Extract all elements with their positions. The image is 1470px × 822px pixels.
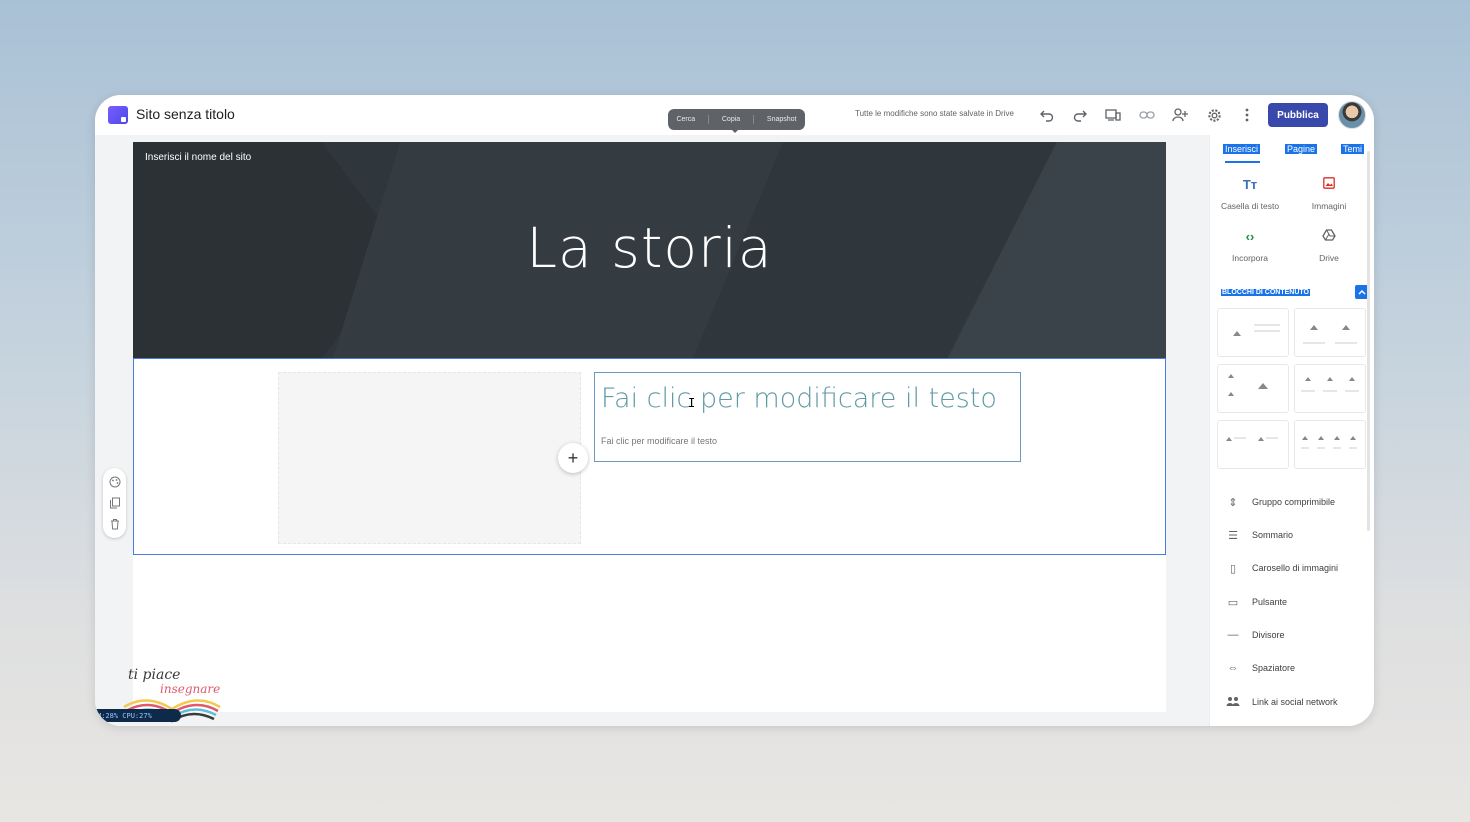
duplicate-icon[interactable] <box>109 497 121 509</box>
share-icon[interactable] <box>1171 106 1189 124</box>
component-label: Spaziatore <box>1252 663 1296 673</box>
social-icon <box>1226 696 1240 709</box>
right-sidebar: Inserisci Pagine Temi Tт Casella di test… <box>1209 135 1374 726</box>
component-label: Sommario <box>1252 530 1294 540</box>
insert-button[interactable]: ▭ Pulsante <box>1226 594 1287 610</box>
active-tab-indicator <box>1225 161 1260 163</box>
text-body[interactable]: Fai clic per modificare il testo <box>601 436 717 446</box>
insert-image-carousel[interactable]: ▯ Carosello di immagini <box>1226 560 1338 576</box>
gear-icon[interactable] <box>1205 106 1223 124</box>
insert-label: Immagini <box>1311 201 1347 211</box>
logo-text: insegnare <box>160 682 220 696</box>
insert-label: Drive <box>1319 253 1339 263</box>
insert-social-links[interactable]: Link ai social network <box>1226 694 1338 710</box>
component-label: Gruppo comprimibile <box>1252 497 1336 507</box>
drive-icon <box>1294 229 1364 247</box>
insert-collapsible-group[interactable]: ⇕ Gruppo comprimibile <box>1226 494 1335 510</box>
image-icon <box>1294 177 1364 195</box>
floating-toolbar: Cerca Copia Snapshot <box>668 109 805 130</box>
divider-icon: — <box>1227 629 1239 641</box>
divider <box>753 115 755 124</box>
insert-label: Incorpora <box>1232 253 1268 263</box>
logo-text: ti piace <box>128 667 180 683</box>
component-label: Pulsante <box>1252 597 1288 607</box>
button-icon: ▭ <box>1227 596 1239 609</box>
palette-icon[interactable] <box>109 476 121 488</box>
top-bar: Sito senza titolo Cerca Copia Snapshot T… <box>95 95 1374 136</box>
status-badge: M:28% CPU:27% <box>95 709 181 722</box>
text-box-icon: Tт <box>1242 177 1258 192</box>
divider <box>708 115 709 124</box>
tab-pagine[interactable]: Pagine <box>1285 144 1318 154</box>
delete-icon[interactable] <box>109 518 121 530</box>
insert-label: Casella di testo <box>1220 201 1280 211</box>
content-block-thumbnail[interactable] <box>1217 364 1289 413</box>
component-label: Link ai social network <box>1252 697 1338 707</box>
content-section[interactable]: + Fai clic per modificare il testo Fai c… <box>133 358 1166 555</box>
snapshot-button[interactable]: Snapshot <box>763 116 801 123</box>
sites-logo-icon[interactable] <box>108 106 128 124</box>
insert-divider[interactable]: — Divisore <box>1226 627 1285 643</box>
carousel-icon: ▯ <box>1229 562 1237 575</box>
text-cursor-icon: I <box>688 396 696 410</box>
pill-caret <box>731 129 739 133</box>
text-box[interactable]: Fai clic per modificare il testo Fai cli… <box>594 372 1021 462</box>
content-blocks-heading: BLOCCHI DI CONTENUTO <box>1221 289 1310 296</box>
content-block-thumbnail[interactable] <box>1217 308 1289 357</box>
content-block-thumbnail[interactable] <box>1217 420 1289 469</box>
collapsible-icon: ⇕ <box>1228 496 1238 509</box>
sidebar-scrollbar[interactable] <box>1367 151 1370 531</box>
tab-inserisci[interactable]: Inserisci <box>1223 144 1261 154</box>
image-placeholder[interactable]: + <box>278 372 588 544</box>
search-button[interactable]: Cerca <box>672 116 699 123</box>
insert-images-button[interactable]: Immagini <box>1294 177 1364 211</box>
site-page: Inserisci il nome del sito La storia + F… <box>133 142 1166 712</box>
header-section[interactable]: Inserisci il nome del sito La storia <box>133 142 1166 358</box>
section-tools <box>103 468 126 538</box>
more-icon[interactable] <box>1238 106 1256 124</box>
add-image-button[interactable]: + <box>558 443 588 473</box>
text-heading[interactable]: Fai clic per modificare il testo <box>601 383 997 414</box>
editor-canvas: Inserisci il nome del sito La storia + F… <box>95 135 1209 726</box>
publish-button[interactable]: Pubblica <box>1268 103 1328 127</box>
insert-table-of-contents[interactable]: ☰ Sommario <box>1226 527 1293 543</box>
avatar[interactable] <box>1338 101 1366 129</box>
copy-button[interactable]: Copia <box>718 116 744 123</box>
spacer-icon: ⇔ <box>1227 662 1239 674</box>
embed-icon: ‹› <box>1245 229 1255 244</box>
insert-text-box-button[interactable]: Tт Casella di testo <box>1215 177 1285 211</box>
toc-icon: ☰ <box>1228 529 1238 542</box>
insert-embed-button[interactable]: ‹› Incorpora <box>1215 229 1285 263</box>
tab-temi[interactable]: Temi <box>1341 144 1365 154</box>
preview-icon[interactable] <box>1104 106 1122 124</box>
link-icon[interactable] <box>1138 106 1156 124</box>
redo-icon[interactable] <box>1071 106 1089 124</box>
content-block-thumbnail[interactable] <box>1294 364 1366 413</box>
page-title[interactable]: La storia <box>133 216 1166 280</box>
document-title[interactable]: Sito senza titolo <box>136 106 235 122</box>
browser-window: Sito senza titolo Cerca Copia Snapshot T… <box>95 95 1374 726</box>
content-block-thumbnail[interactable] <box>1294 420 1366 469</box>
content-block-thumbnail[interactable] <box>1294 308 1366 357</box>
undo-icon[interactable] <box>1038 106 1056 124</box>
component-label: Carosello di immagini <box>1252 563 1339 573</box>
component-label: Divisore <box>1252 630 1285 640</box>
save-status: Tutte le modifiche sono state salvate in… <box>855 109 1014 118</box>
insert-spacer[interactable]: ⇔ Spaziatore <box>1226 660 1296 676</box>
insert-drive-button[interactable]: Drive <box>1294 229 1364 263</box>
site-name-input[interactable]: Inserisci il nome del sito <box>145 152 251 163</box>
